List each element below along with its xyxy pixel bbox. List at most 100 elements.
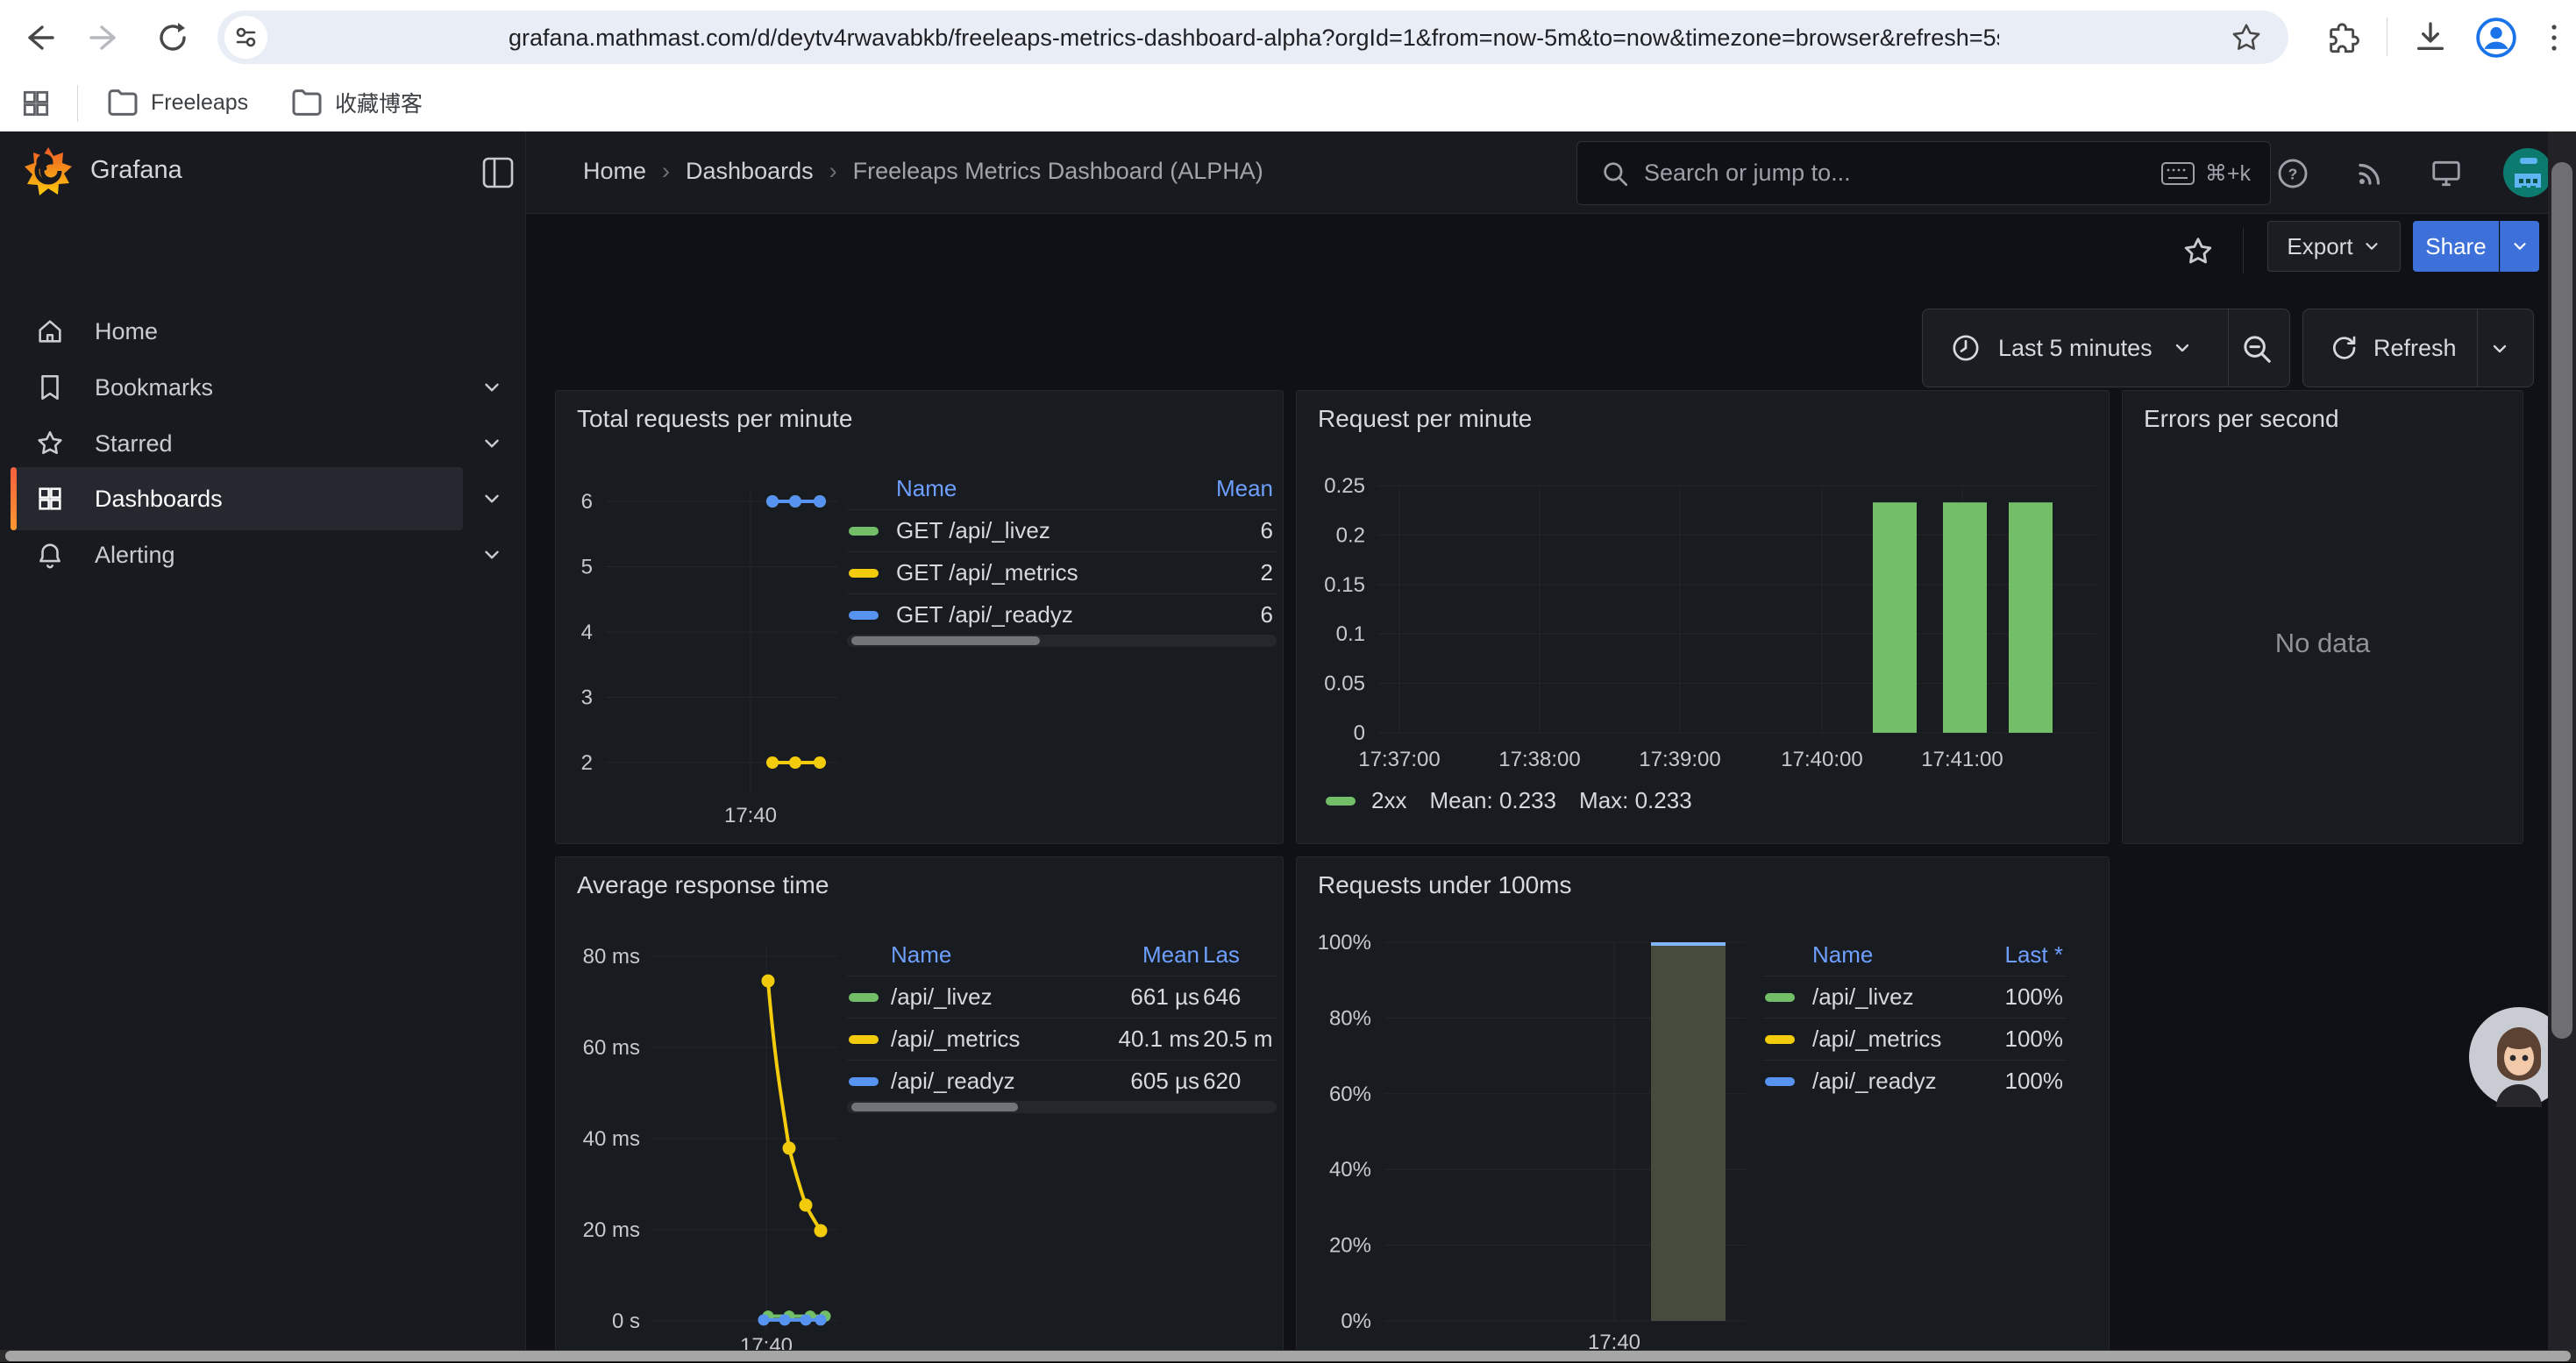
refresh-group: Refresh [2302, 309, 2534, 387]
breadcrumb-dashboards[interactable]: Dashboards [686, 158, 814, 185]
panel-requests-under-100ms: Requests under 100ms 100%80%60%40%20%0%1… [1296, 856, 2110, 1362]
vertical-scrollbar-thumb[interactable] [2551, 162, 2572, 1039]
rss-news-icon[interactable] [2353, 157, 2387, 190]
bookmarks-divider [77, 85, 78, 122]
panel-errors-per-second: Errors per second No data [2122, 390, 2523, 844]
svg-text:0.15: 0.15 [1324, 573, 1365, 597]
chevron-down-icon [480, 543, 503, 566]
favorite-star-icon[interactable] [2181, 235, 2215, 268]
sidebar-item-label: Home [95, 318, 158, 345]
grafana-logo-icon[interactable] [23, 146, 74, 200]
address-bar[interactable] [217, 11, 2288, 64]
time-range-picker[interactable]: Last 5 minutes [1923, 333, 2193, 363]
chevron-down-icon [480, 376, 503, 399]
share-button[interactable]: Share [2413, 221, 2499, 272]
sidebar-item-label: Alerting [95, 542, 175, 569]
series-value: 100% [1974, 1026, 2067, 1053]
series-value: 20.5 m [1203, 1026, 1277, 1053]
user-avatar[interactable] [2502, 147, 2553, 198]
sidebar-toggle-icon[interactable] [480, 155, 516, 190]
legend-column-header[interactable]: Last * [1974, 941, 2067, 969]
sidebar-item-home[interactable]: Home [0, 300, 525, 363]
svg-text:3: 3 [581, 686, 593, 710]
sidebar-item-starred[interactable]: Starred [0, 412, 525, 475]
legend-column-header[interactable]: Las [1203, 941, 1277, 969]
browser-menu-icon[interactable] [2548, 21, 2560, 54]
sidebar-nav: Home Bookmarks Starred Dashboards Alerti… [0, 213, 526, 1362]
subtoolbar-divider [2243, 228, 2244, 273]
sidebar-item-label: Bookmarks [95, 374, 213, 401]
sidebar-item-dashboards[interactable]: Dashboards [0, 467, 525, 530]
apps-grid-icon [35, 484, 65, 514]
zoom-out-icon[interactable] [2240, 332, 2274, 366]
legend-row[interactable]: GET /api/_readyz6 [847, 593, 1277, 635]
series-name: GET /api/_metrics [896, 559, 1171, 586]
svg-text:0 s: 0 s [612, 1310, 640, 1333]
svg-text:17:38:00: 17:38:00 [1498, 748, 1580, 771]
bookmarks-bar: Freeleaps 收藏博客 [0, 75, 2576, 132]
legend-column-header[interactable]: Name [896, 475, 1171, 502]
keyboard-icon [2161, 161, 2195, 186]
series-color-pill [849, 611, 879, 620]
legend-column-header[interactable]: Mean [1089, 941, 1203, 969]
bookmark-folder-blog[interactable]: 收藏博客 [289, 85, 423, 120]
home-icon [35, 316, 65, 346]
site-settings-icon[interactable] [224, 16, 267, 59]
panel-total-requests: Total requests per minute 6543217:40 Nam… [555, 390, 1284, 844]
refresh-interval-chevron-icon[interactable] [2489, 338, 2510, 359]
series-color-pill [1765, 1035, 1795, 1044]
chevron-down-icon [480, 487, 503, 510]
breadcrumb-separator: › [662, 158, 670, 185]
svg-text:40 ms: 40 ms [583, 1127, 640, 1151]
bookmark-folder-freeleaps[interactable]: Freeleaps [105, 85, 248, 120]
forward-icon[interactable] [89, 23, 121, 53]
legend-row[interactable]: GET /api/_livez6 [847, 509, 1277, 551]
legend-row[interactable]: /api/_readyz605 µs620 [847, 1060, 1277, 1102]
svg-text:20 ms: 20 ms [583, 1218, 640, 1242]
sidebar-item-alerting[interactable]: Alerting [0, 523, 525, 586]
star-icon [35, 429, 65, 458]
apps-grid-icon[interactable] [19, 87, 53, 120]
series-name[interactable]: 2xx [1371, 787, 1406, 814]
legend-column-header[interactable]: Name [1812, 941, 1974, 969]
legend-row[interactable]: /api/_readyz100% [1763, 1060, 2067, 1102]
monitor-icon[interactable] [2429, 157, 2464, 190]
legend-scrollbar-thumb[interactable] [851, 1103, 1018, 1111]
search-input[interactable]: Search or jump to... ⌘+k [1576, 141, 2271, 205]
legend-row[interactable]: /api/_metrics100% [1763, 1018, 2067, 1060]
svg-text:17:40: 17:40 [724, 804, 777, 827]
extensions-icon[interactable] [2325, 19, 2360, 54]
refresh-button[interactable]: Refresh [2303, 334, 2457, 362]
share-menu-button[interactable] [2500, 221, 2539, 272]
no-data-label: No data [2123, 628, 2523, 659]
bookmark-star-icon[interactable] [2231, 22, 2262, 53]
legend-column-header[interactable]: Name [891, 941, 1089, 969]
svg-text:5: 5 [581, 556, 593, 579]
url-input[interactable] [507, 11, 2001, 66]
series-name: /api/_livez [1812, 983, 1974, 1011]
export-button[interactable]: Export [2267, 221, 2401, 272]
series-color-pill [1765, 1077, 1795, 1086]
back-icon[interactable] [23, 23, 54, 53]
reload-icon[interactable] [156, 21, 189, 54]
bookmark-folder-label: Freeleaps [151, 90, 248, 116]
profile-icon[interactable] [2474, 16, 2518, 60]
legend-row[interactable]: /api/_livez100% [1763, 976, 2067, 1018]
legend-row[interactable]: 2xxMean: 0.233Max: 0.233 [1326, 787, 1692, 814]
legend-row[interactable]: /api/_metrics40.1 ms20.5 m [847, 1018, 1277, 1060]
grafana-header-left: Grafana [0, 131, 526, 213]
sidebar-item-bookmarks[interactable]: Bookmarks [0, 356, 525, 419]
downloads-icon[interactable] [2413, 19, 2448, 54]
panel-title[interactable]: Errors per second [2144, 405, 2339, 433]
breadcrumb-home[interactable]: Home [583, 158, 646, 185]
time-range-label: Last 5 minutes [1998, 335, 2153, 362]
request-per-minute-chart: 0.250.20.150.10.05017:37:0017:38:0017:39… [1297, 391, 2110, 845]
grafana-header: Grafana Home › Dashboards › Freeleaps Me… [0, 131, 2576, 214]
legend-row[interactable]: /api/_livez661 µs646 [847, 976, 1277, 1018]
breadcrumb-current: Freeleaps Metrics Dashboard (ALPHA) [853, 158, 1263, 185]
legend-row[interactable]: GET /api/_metrics2 [847, 551, 1277, 593]
help-icon[interactable]: ? [2276, 157, 2309, 190]
legend-column-header[interactable]: Mean [1171, 475, 1277, 502]
horizontal-scrollbar-thumb[interactable] [5, 1351, 2571, 1361]
legend-scrollbar-thumb[interactable] [851, 636, 1040, 645]
